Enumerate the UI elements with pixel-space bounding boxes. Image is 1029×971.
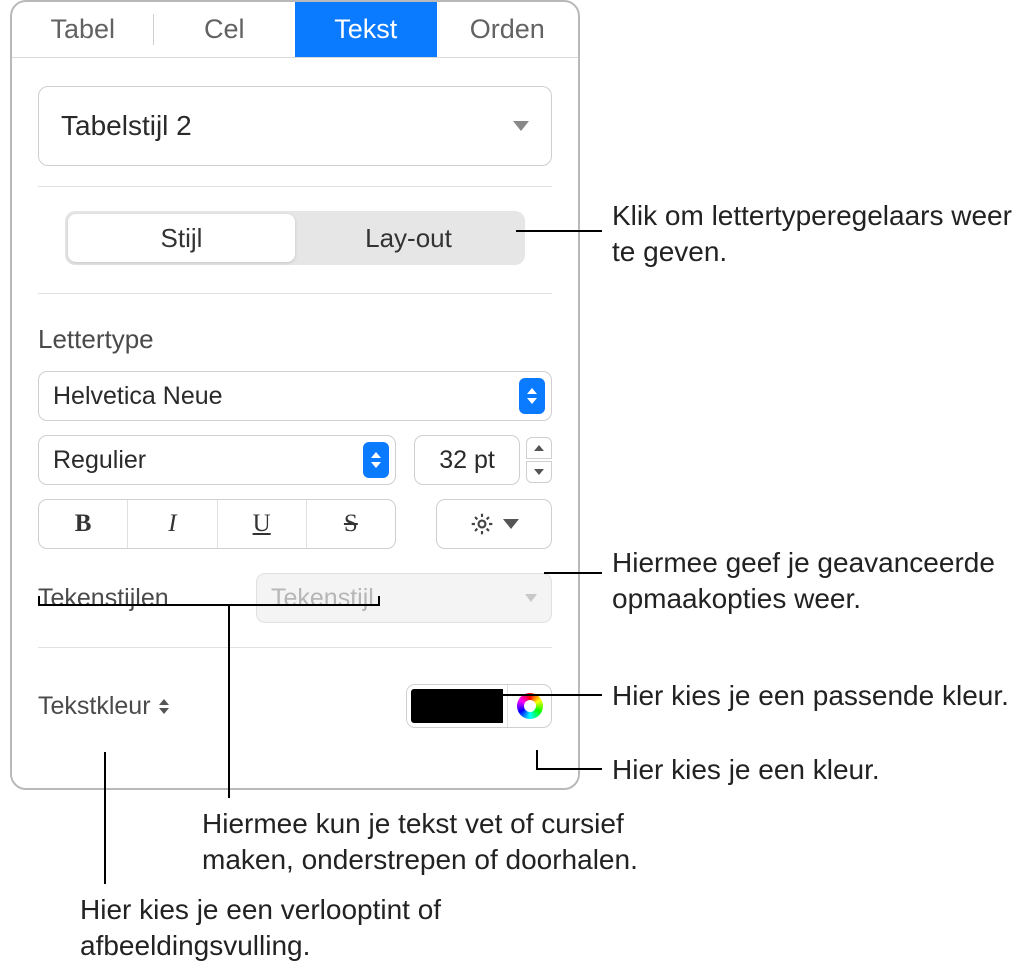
chevron-down-icon — [503, 519, 519, 529]
tab-orden[interactable]: Orden — [437, 2, 579, 57]
font-family-value: Helvetica Neue — [53, 382, 223, 411]
strikethrough-button[interactable]: S — [307, 500, 395, 548]
callout-leader — [468, 694, 470, 708]
gear-icon — [469, 511, 495, 537]
updown-icon — [519, 378, 545, 414]
callout-leader — [516, 230, 602, 232]
font-weight-select[interactable]: Regulier — [38, 435, 396, 485]
font-size-up[interactable] — [526, 437, 552, 459]
callout-segmented: Klik om lettertyperegelaars weer te geve… — [612, 198, 1012, 270]
tab-tekst[interactable]: Tekst — [295, 2, 437, 57]
segmented-stijl-layout: Stijl Lay-out — [65, 211, 525, 265]
callout-gear: Hiermee geef je geavanceerde opmaakoptie… — [612, 545, 1022, 617]
tab-cel[interactable]: Cel — [154, 2, 296, 57]
segmented-row: Stijl Lay-out — [12, 187, 578, 293]
text-style-group: B I U S — [38, 499, 396, 549]
underline-button[interactable]: U — [218, 500, 307, 548]
italic-button[interactable]: I — [128, 500, 217, 548]
top-tabs: Tabel Cel Tekst Orden — [12, 2, 578, 58]
font-size-stepper — [526, 437, 552, 483]
callout-bracket — [38, 596, 380, 606]
callout-colorwheel: Hier kies je een kleur. — [612, 752, 1012, 788]
callout-colorwell: Hier kies je een passende kleur. — [612, 678, 1022, 714]
callout-leader — [468, 694, 602, 696]
color-well[interactable] — [407, 685, 507, 727]
paragraph-style-label: Tabelstijl 2 — [61, 110, 192, 142]
paragraph-style-select[interactable]: Tabelstijl 2 — [38, 86, 552, 166]
section-lettertype-label: Lettertype — [38, 324, 552, 355]
font-size-down[interactable] — [526, 461, 552, 483]
text-color-popup[interactable]: Tekstkleur — [38, 692, 169, 721]
callout-leader — [228, 606, 230, 798]
updown-icon — [159, 699, 169, 714]
font-size-field[interactable]: 32 pt — [414, 435, 520, 485]
font-weight-value: Regulier — [53, 446, 146, 475]
bold-button[interactable]: B — [39, 500, 128, 548]
chevron-down-icon — [513, 121, 529, 131]
color-wheel-icon — [517, 693, 543, 719]
seg-layout[interactable]: Lay-out — [295, 214, 522, 262]
callout-leader — [536, 768, 602, 770]
divider — [38, 647, 552, 648]
chevron-down-icon — [525, 594, 537, 602]
tab-tabel[interactable]: Tabel — [12, 2, 154, 57]
text-color-label: Tekstkleur — [38, 692, 151, 721]
font-family-select[interactable]: Helvetica Neue — [38, 371, 552, 421]
color-wheel-button[interactable] — [507, 685, 551, 727]
divider — [38, 293, 552, 294]
font-size-group: 32 pt — [414, 435, 552, 485]
updown-icon — [363, 442, 389, 478]
font-controls: Helvetica Neue Regulier 32 pt — [12, 371, 578, 728]
text-color-controls — [406, 684, 552, 728]
callout-leader — [544, 572, 602, 574]
callout-leader — [536, 750, 538, 768]
inspector-panel: Tabel Cel Tekst Orden Tabelstijl 2 Stijl… — [10, 0, 580, 790]
callout-gradient: Hier kies je een verlooptint of afbeeldi… — [80, 892, 500, 964]
callout-bius: Hiermee kun je tekst vet of cursief make… — [202, 806, 712, 878]
callout-leader — [104, 752, 106, 884]
seg-stijl[interactable]: Stijl — [68, 214, 295, 262]
advanced-options-button[interactable] — [436, 499, 552, 549]
